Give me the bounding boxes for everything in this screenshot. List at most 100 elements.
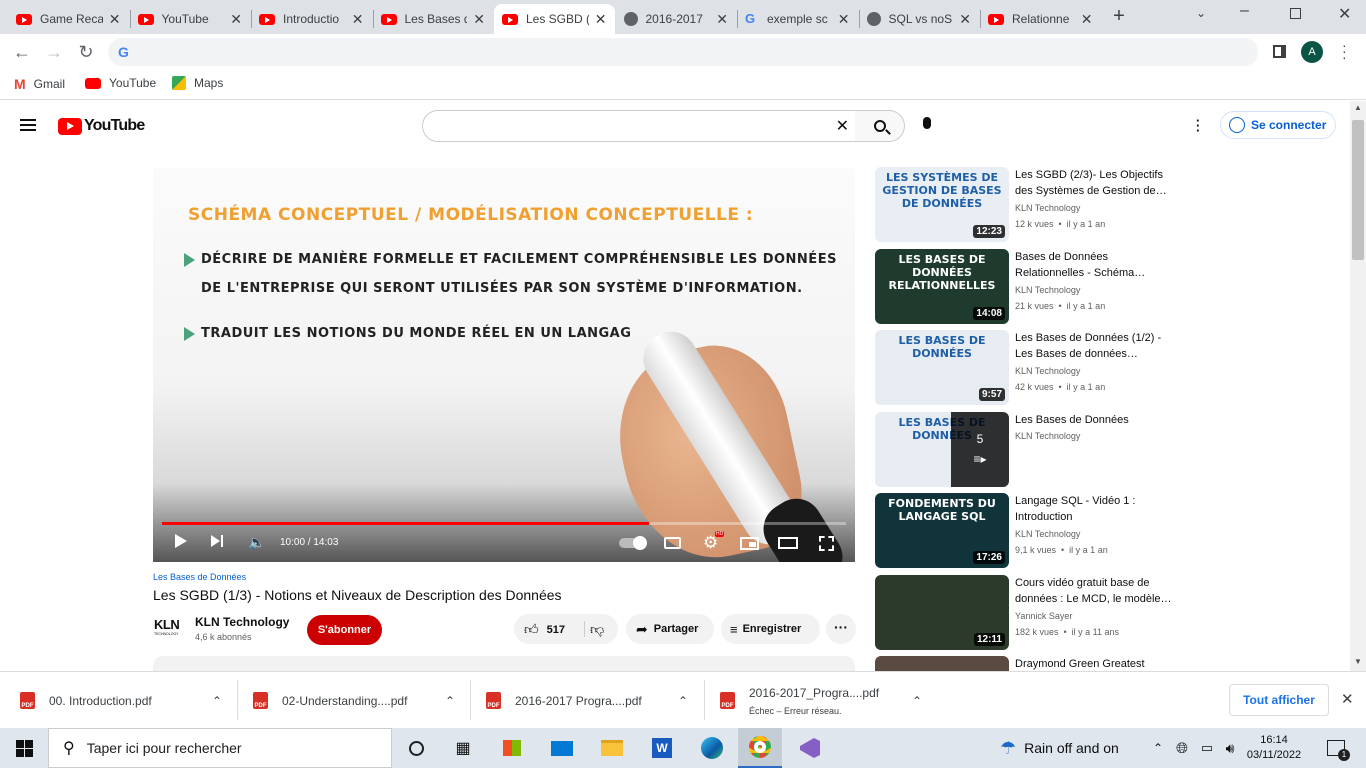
tab-8[interactable]: SQL vs noS ✕ [859, 4, 980, 34]
autoplay-toggle[interactable] [619, 536, 647, 550]
notifications-icon[interactable]: 1 [1318, 728, 1354, 768]
voice-search-icon[interactable] [923, 117, 931, 129]
tab-4[interactable]: Les Bases d ✕ [373, 4, 494, 34]
close-tab-icon[interactable]: ✕ [473, 11, 485, 28]
download-item[interactable]: PDF 00. Introduction.pdf ⌃ [20, 672, 230, 729]
suggested-video[interactable]: Les Bases de Données Relationnelles 14:08… [875, 248, 1175, 325]
clock[interactable]: 16:14 03/11/2022 [1244, 728, 1304, 768]
bookmark-maps[interactable]: Maps [172, 76, 223, 90]
speaker-icon[interactable]: 🔊︎ [1220, 728, 1240, 768]
suggested-video[interactable]: Fondements du langage SQL 17:26 Langage SQ… [875, 493, 1175, 569]
video-thumbnail[interactable]: Les Bases de Données 5 ≡▸ [875, 411, 1009, 487]
suggested-video-channel[interactable]: KLN Technology [1015, 366, 1080, 376]
bookmark-gmail[interactable]: M Gmail [14, 76, 65, 92]
suggested-video[interactable]: Draymond Green Greatest [875, 656, 1175, 671]
channel-avatar[interactable]: KLN TECHNOLOGY [154, 618, 184, 638]
restore-button[interactable] [1290, 8, 1301, 19]
fullscreen-icon[interactable] [819, 536, 834, 551]
suggested-video-title[interactable]: Les Bases de Données [1015, 412, 1175, 428]
tab-6[interactable]: 2016-2017 ✕ [616, 4, 737, 34]
mail-icon[interactable] [542, 728, 582, 768]
tab-3[interactable]: Introductio ✕ [251, 4, 372, 34]
weather-widget[interactable]: ☂ Rain off and on [1000, 728, 1140, 768]
hamburger-menu-icon[interactable] [20, 119, 36, 131]
tab-7[interactable]: Gexemple sc ✕ [737, 4, 858, 34]
video-thumbnail[interactable]: Les Bases de Données 9:57 [875, 330, 1009, 405]
task-view-icon[interactable]: ▦ [443, 728, 483, 768]
scroll-down-icon[interactable]: ▼ [1354, 657, 1362, 666]
download-item[interactable]: PDF 2016-2017_Progra....pdf Échec – Erreur… [720, 672, 930, 729]
new-tab-button[interactable]: + [1108, 6, 1130, 28]
save-button[interactable]: ≡ Enregistrer [721, 614, 820, 644]
suggested-video-title[interactable]: Draymond Green Greatest [1015, 656, 1175, 671]
suggested-video-title[interactable]: Les SGBD (2/3)- Les Objectifs des Systèm… [1015, 167, 1175, 199]
description-box[interactable] [153, 656, 855, 671]
download-options-chevron-icon[interactable]: ⌃ [912, 694, 922, 708]
address-bar[interactable]: G [108, 38, 1258, 66]
subscribe-button[interactable]: S'abonner [307, 615, 382, 645]
thumbs-down-icon[interactable]: 👎︎ [590, 621, 604, 638]
theater-mode-icon[interactable] [778, 537, 798, 549]
miniplayer-icon[interactable] [740, 537, 759, 550]
share-button[interactable]: ➦ Partager [626, 614, 714, 644]
subtitles-icon[interactable] [664, 537, 681, 549]
close-tab-icon[interactable]: ✕ [230, 11, 242, 28]
suggested-video[interactable]: Les Bases de Données 9:57 Les Bases de Don… [875, 330, 1175, 406]
more-options-icon[interactable]: · · · [1196, 114, 1200, 137]
suggested-video-channel[interactable]: KLN Technology [1015, 285, 1080, 295]
like-button[interactable]: 👍︎ 517 [524, 621, 565, 638]
profile-avatar[interactable]: A [1301, 41, 1323, 63]
suggested-video-title[interactable]: Bases de Données Relationnelles - Schéma… [1015, 249, 1175, 281]
suggested-video-channel[interactable]: Yannick Sayer [1015, 611, 1072, 621]
network-icon[interactable]: 🌐︎ [1172, 728, 1192, 768]
more-actions-button[interactable]: ··· [826, 614, 856, 644]
download-item[interactable]: PDF 2016-2017 Progra....pdf ⌃ [486, 672, 696, 729]
channel-name[interactable]: KLN Technology [195, 615, 289, 629]
chrome-menu-icon[interactable]: · · · [1342, 38, 1347, 64]
search-button[interactable] [855, 110, 905, 142]
suggested-video-title[interactable]: Cours vidéo gratuit base de données : Le… [1015, 575, 1175, 607]
edge-icon[interactable] [692, 728, 732, 768]
scrollbar-thumb[interactable] [1352, 120, 1364, 260]
video-thumbnail[interactable]: 12:11 [875, 574, 1009, 650]
taskbar-search-box[interactable]: ⚲ Taper ici pour rechercher [48, 728, 392, 768]
settings-icon[interactable]: ⚙ HD [703, 531, 725, 551]
cortana-icon[interactable] [396, 728, 436, 768]
close-tab-icon[interactable]: ✕ [838, 11, 850, 28]
tray-overflow-icon[interactable]: ⌃ [1150, 728, 1166, 768]
close-tab-icon[interactable]: ✕ [1081, 11, 1093, 28]
suggested-video[interactable]: Les Systèmes de Gestion de Bases de Donn… [875, 167, 1175, 243]
download-options-chevron-icon[interactable]: ⌃ [678, 694, 688, 708]
tab-5[interactable]: Les SGBD (✕ [494, 4, 615, 34]
show-all-downloads-button[interactable]: Tout afficher [1229, 684, 1329, 716]
word-icon[interactable]: W [642, 728, 682, 768]
battery-icon[interactable]: ▭ [1197, 728, 1217, 768]
close-tab-icon[interactable]: ✕ [352, 11, 364, 28]
download-item[interactable]: PDF 02-Understanding....pdf ⌃ [253, 672, 463, 729]
video-progress-bar[interactable] [162, 522, 846, 525]
bookmark-youtube[interactable]: YouTube [85, 76, 156, 90]
clear-search-icon[interactable]: ✕ [836, 116, 849, 136]
youtube-logo[interactable]: YouTube [58, 117, 145, 135]
suggested-video-channel[interactable]: KLN Technology [1015, 431, 1080, 441]
side-panel-icon[interactable] [1273, 45, 1286, 58]
visual-studio-icon[interactable] [790, 728, 830, 768]
video-thumbnail[interactable]: Les Bases de Données Relationnelles 14:08 [875, 248, 1009, 324]
video-thumbnail[interactable] [875, 656, 1009, 671]
video-thumbnail[interactable]: Les Systèmes de Gestion de Bases de Donn… [875, 167, 1009, 242]
suggested-video-channel[interactable]: KLN Technology [1015, 529, 1080, 539]
close-tab-icon[interactable]: ✕ [959, 11, 971, 28]
file-explorer-icon[interactable] [592, 728, 632, 768]
tab-9[interactable]: Relationne ✕ [980, 4, 1101, 34]
start-button[interactable] [0, 728, 48, 768]
tab-2[interactable]: YouTube ✕ [130, 4, 251, 34]
suggested-video-title[interactable]: Langage SQL - Vidéo 1 : Introduction [1015, 493, 1175, 525]
suggested-video-channel[interactable]: KLN Technology [1015, 203, 1080, 213]
suggested-video-title[interactable]: Les Bases de Données (1/2) - Les Bases d… [1015, 330, 1175, 362]
download-options-chevron-icon[interactable]: ⌃ [212, 694, 222, 708]
close-tab-icon[interactable]: ✕ [109, 11, 121, 28]
back-button[interactable]: ← [8, 38, 36, 66]
tab-search-icon[interactable]: ⌄ [1196, 6, 1206, 20]
reload-button[interactable]: ↻ [72, 38, 100, 66]
play-icon[interactable] [175, 534, 187, 548]
